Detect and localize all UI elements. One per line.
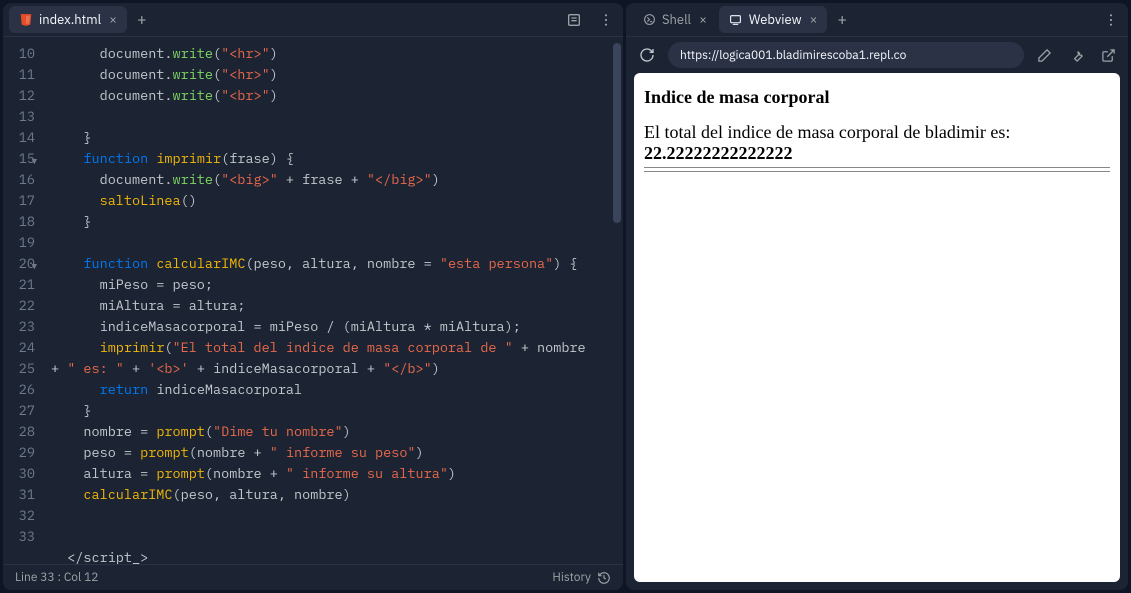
open-external-icon[interactable] [1096, 43, 1120, 67]
hr [644, 171, 1110, 172]
webview-icon [729, 13, 743, 27]
close-icon[interactable]: × [699, 11, 707, 28]
hr [644, 167, 1110, 168]
line-gutter: 101112131415▼1617181920▼2122232425262728… [3, 37, 43, 564]
code-editor[interactable]: 101112131415▼1617181920▼2122232425262728… [3, 37, 623, 564]
kebab-menu-icon[interactable] [595, 9, 617, 31]
close-icon[interactable]: × [109, 11, 117, 28]
editor-tabbar: index.html × + [3, 3, 623, 37]
new-tab-button[interactable]: + [129, 6, 155, 34]
page-text: El total del indice de masa corporal de … [644, 122, 1110, 164]
scrollbar[interactable] [613, 43, 621, 223]
editor-statusbar: Line 33 : Col 12 History [3, 564, 623, 590]
address-bar: https://logica001.bladimirescoba1.repl.c… [626, 37, 1128, 73]
close-icon[interactable]: × [810, 11, 818, 28]
webview-content: Indice de masa corporal El total del ind… [634, 73, 1120, 582]
url-input[interactable]: https://logica001.bladimirescoba1.repl.c… [668, 42, 1024, 68]
code-area[interactable]: document.write("<hr>") document.write("<… [43, 37, 623, 564]
new-tab-button[interactable]: + [829, 6, 855, 34]
tab-label: Shell [662, 11, 691, 28]
tab-index-html[interactable]: index.html × [9, 6, 127, 33]
kebab-menu-icon[interactable] [1100, 9, 1122, 31]
tab-label: Webview [749, 11, 802, 28]
tab-webview[interactable]: Webview × [719, 6, 827, 33]
page-heading: Indice de masa corporal [644, 87, 1110, 108]
history-button[interactable]: History [552, 570, 591, 585]
html-file-icon [19, 13, 33, 27]
tab-label: index.html [39, 11, 101, 28]
shell-icon [642, 13, 656, 27]
right-tabbar: Shell × Webview × + [626, 3, 1128, 37]
wrench-icon[interactable] [1064, 43, 1088, 67]
cursor-position: Line 33 : Col 12 [15, 570, 99, 585]
edit-icon[interactable] [1032, 43, 1056, 67]
history-icon[interactable] [597, 571, 611, 585]
url-text: https://logica001.bladimirescoba1.repl.c… [680, 48, 906, 63]
reader-mode-icon[interactable] [563, 9, 585, 31]
reload-button[interactable] [634, 42, 660, 68]
tab-shell[interactable]: Shell × [632, 6, 717, 33]
